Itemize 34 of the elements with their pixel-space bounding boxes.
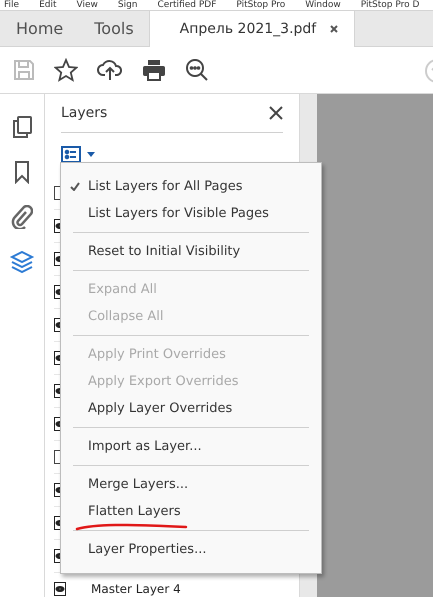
menu-item[interactable]: PitStop Pro [236,0,286,10]
menu-item[interactable]: List Layers for All Pages [88,176,243,196]
menu-item[interactable]: Flatten Layers [88,502,181,522]
menu-item[interactable]: Layer Properties... [88,540,206,560]
menu-item[interactable]: Import as Layer... [88,436,202,456]
caret-icon [87,152,95,157]
menu-item[interactable]: Edit [39,0,56,10]
menu-item[interactable]: List Layers for Visible Pages [88,204,269,224]
close-icon[interactable] [269,106,283,120]
menu-item[interactable]: Sign [118,0,138,10]
paperclip-icon[interactable] [11,205,33,229]
search-icon[interactable] [185,58,209,82]
tab[interactable]: Home [0,11,78,46]
menu-item[interactable]: PitStop Pro D [360,0,420,10]
eye-checkbox-icon[interactable] [54,582,66,596]
panel-title: Layers [61,104,108,122]
star-icon[interactable] [54,58,78,82]
pages-icon[interactable] [11,115,33,139]
tab[interactable]: Апрель 2021_3.pdf [148,11,356,47]
menu-item[interactable]: Reset to Initial Visibility [88,242,240,262]
layers-icon[interactable] [10,250,34,274]
menu-item[interactable]: File [4,0,20,10]
printer-icon[interactable] [142,58,166,82]
bookmark-icon[interactable] [14,160,30,184]
close-icon[interactable] [330,25,338,33]
menu-item[interactable]: Certified PDF [158,0,216,10]
cloud-upload-icon[interactable] [97,58,123,82]
list-options-icon [61,146,81,163]
layer-name[interactable]: Master Layer 4 [91,580,181,597]
menu-item[interactable]: Merge Layers... [88,474,188,494]
menu-item[interactable]: View [76,0,98,10]
menu-item[interactable]: Apply Layer Overrides [88,398,232,418]
menu-item[interactable]: Window [305,0,341,10]
tab[interactable]: Tools [78,11,149,46]
